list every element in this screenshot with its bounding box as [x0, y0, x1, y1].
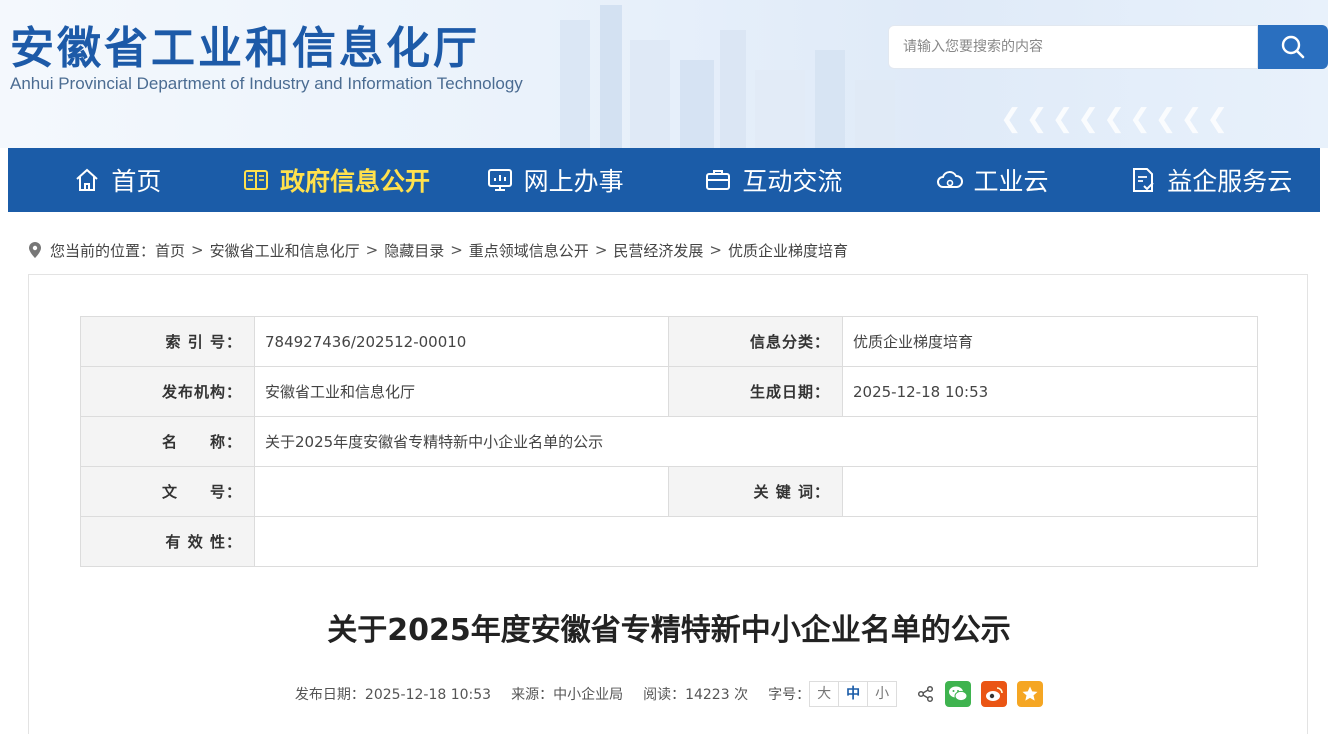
- doc-number-value: [254, 466, 669, 517]
- publish-date: 发布日期：2025-12-18 10:53: [294, 687, 492, 703]
- site-subtitle: Anhui Provincial Department of Industry …: [10, 74, 523, 93]
- breadcrumb-separator: >: [594, 241, 608, 259]
- nav-label: 互动交流: [742, 167, 843, 196]
- info-meta-table: 索 引 号： 784927436/202512-00010 信息分类： 优质企业…: [80, 316, 1258, 567]
- cloud-icon: [936, 171, 963, 188]
- font-size-small-button[interactable]: 小: [867, 681, 898, 707]
- breadcrumb-item-key-areas[interactable]: 重点领域信息公开: [469, 240, 589, 261]
- share-bar: [917, 681, 1044, 707]
- keywords-value: [842, 466, 1258, 517]
- table-row: 索 引 号： 784927436/202512-00010 信息分类： 优质企业…: [80, 316, 1258, 367]
- nav-item-interaction[interactable]: 互动交流: [664, 148, 883, 212]
- doc-number-label: 文 号：: [80, 466, 255, 517]
- site-title: 安徽省工业和信息化厅: [10, 23, 480, 74]
- name-label: 名 称：: [80, 416, 255, 467]
- nav-item-gov-info[interactable]: 政府信息公开: [227, 148, 446, 212]
- wechat-share-icon[interactable]: [945, 681, 972, 707]
- font-size-label: 字号：: [768, 687, 811, 703]
- nav-label: 益企服务云: [1167, 167, 1293, 196]
- validity-value: [254, 516, 1258, 567]
- nav-label: 网上办事: [523, 167, 624, 196]
- decorative-arrows: ❮ ❮ ❮ ❮ ❮ ❮ ❮ ❮ ❮: [1000, 104, 1229, 134]
- monitor-icon: [487, 169, 512, 191]
- table-row: 名 称： 关于2025年度安徽省专精特新中小企业名单的公示: [80, 416, 1258, 467]
- breadcrumb-prefix: 您当前的位置：: [50, 241, 156, 260]
- article-meta-line: 发布日期：2025-12-18 10:53 来源：中小企业局 阅读：14223 …: [29, 681, 1309, 707]
- article-source: 来源：中小企业局: [511, 687, 624, 703]
- breadcrumb-item-current[interactable]: 优质企业梯度培育: [728, 240, 848, 261]
- table-row: 发布机构： 安徽省工业和信息化厅 生成日期： 2025-12-18 10:53: [80, 366, 1258, 417]
- index-number-label: 索 引 号：: [80, 316, 255, 367]
- generated-date-label: 生成日期：: [668, 366, 843, 417]
- breadcrumb-item-home[interactable]: 首页: [155, 240, 185, 261]
- search-icon: [1281, 35, 1305, 59]
- breadcrumb-separator: >: [191, 241, 204, 259]
- search-input[interactable]: 请输入您要搜索的内容: [888, 25, 1258, 69]
- name-value: 关于2025年度安徽省专精特新中小企业名单的公示: [254, 416, 1258, 467]
- favorite-star-icon[interactable]: [1017, 681, 1044, 707]
- breadcrumb-item-department[interactable]: 安徽省工业和信息化厅: [210, 240, 360, 261]
- document-check-icon: [1133, 168, 1154, 192]
- nav-label: 政府信息公开: [280, 167, 431, 196]
- keywords-label: 关 键 词：: [668, 466, 843, 517]
- search-button[interactable]: [1258, 25, 1328, 69]
- location-pin-icon: [29, 242, 41, 258]
- nav-label: 首页: [111, 167, 162, 196]
- index-number-value: 784927436/202512-00010: [254, 316, 669, 367]
- nav-item-industry-cloud[interactable]: 工业云: [883, 148, 1102, 212]
- breadcrumb-separator: >: [709, 241, 722, 259]
- briefcase-icon: [706, 170, 731, 190]
- validity-label: 有 效 性：: [80, 516, 255, 567]
- publisher-value: 安徽省工业和信息化厅: [254, 366, 669, 417]
- nav-item-online-services[interactable]: 网上办事: [445, 148, 664, 212]
- breadcrumb-separator: >: [365, 241, 379, 259]
- city-skyline-graphic: [560, 5, 895, 148]
- share-icon[interactable]: [917, 685, 935, 703]
- home-icon: [76, 168, 98, 191]
- font-size-large-button[interactable]: 大: [809, 681, 840, 707]
- breadcrumb-separator: >: [450, 241, 463, 259]
- content-panel: 索 引 号： 784927436/202512-00010 信息分类： 优质企业…: [28, 274, 1308, 734]
- nav-item-enterprise-cloud[interactable]: 益企服务云: [1101, 148, 1320, 212]
- generated-date-value: 2025-12-18 10:53: [842, 366, 1258, 417]
- breadcrumb-item-private-economy[interactable]: 民营经济发展: [613, 240, 703, 261]
- category-value: 优质企业梯度培育: [842, 316, 1258, 367]
- nav-item-home[interactable]: 首页: [8, 148, 227, 212]
- category-label: 信息分类：: [668, 316, 843, 367]
- main-nav: 首页 政府信息公开 网上办事 互动交流 工业云 益企服务云: [8, 148, 1320, 212]
- table-row: 文 号： 关 键 词：: [80, 466, 1258, 517]
- article-title: 关于2025年度安徽省专精特新中小企业名单的公示: [327, 613, 1011, 648]
- breadcrumb-item-hidden-dir[interactable]: 隐藏目录: [384, 240, 444, 261]
- nav-label: 工业云: [973, 167, 1049, 196]
- publisher-label: 发布机构：: [80, 366, 255, 417]
- table-row: 有 效 性：: [80, 516, 1258, 567]
- read-count: 阅读：14223 次: [643, 687, 749, 703]
- book-icon: [244, 170, 268, 190]
- weibo-share-icon[interactable]: [981, 681, 1008, 707]
- font-size-medium-button[interactable]: 中: [838, 681, 869, 707]
- site-header: 安徽省工业和信息化厅 Anhui Provincial Department o…: [0, 0, 1328, 148]
